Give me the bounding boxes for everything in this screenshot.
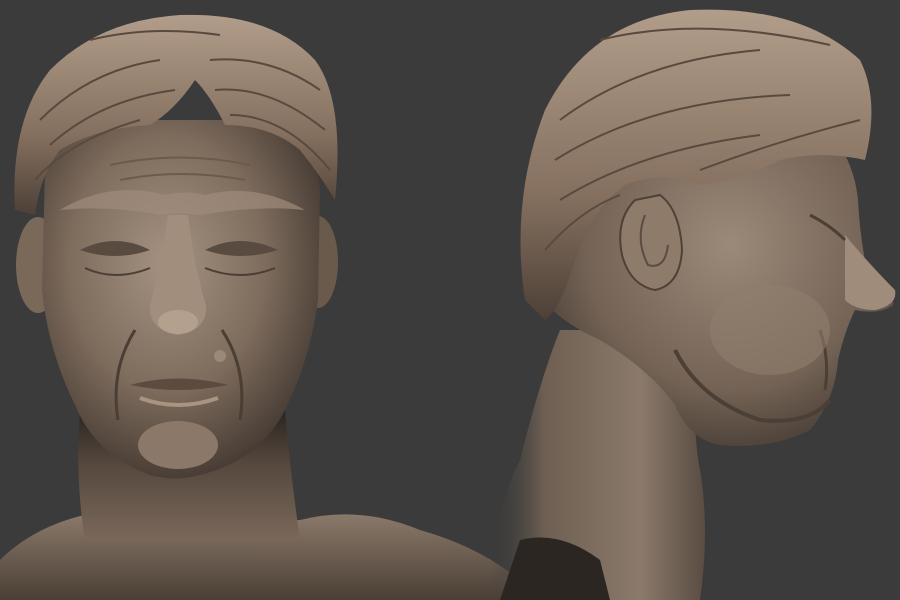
sculpt-render bbox=[0, 0, 900, 600]
front-mole bbox=[214, 350, 226, 362]
front-chin bbox=[138, 421, 218, 469]
viewport bbox=[0, 0, 900, 600]
front-nose-tip bbox=[158, 310, 198, 334]
side-cheek bbox=[710, 285, 830, 375]
